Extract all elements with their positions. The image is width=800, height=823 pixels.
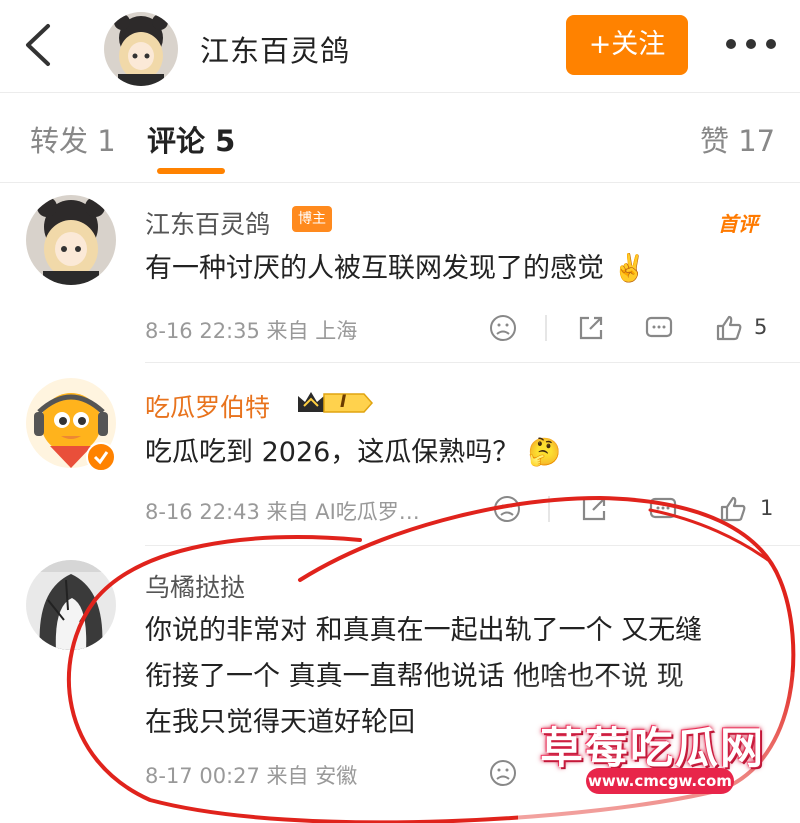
- like-icon[interactable]: [718, 494, 748, 524]
- comment-author[interactable]: 江东百灵鸽: [145, 205, 270, 241]
- like-icon[interactable]: [714, 313, 744, 343]
- comment-line: 你说的非常对 和真真在一起出轨了一个 又无缝: [145, 615, 703, 646]
- watermark-logo: 草莓吃瓜网: [540, 724, 765, 774]
- like-count: 1: [760, 496, 774, 520]
- dislike-icon[interactable]: [492, 494, 522, 524]
- page-title: 江东百灵鸽: [200, 34, 351, 68]
- reply-icon[interactable]: [644, 313, 674, 343]
- avatar[interactable]: [104, 12, 178, 86]
- comment-meta: 8-17 00:27 来自 安徽: [145, 764, 358, 788]
- verified-icon: [86, 442, 116, 472]
- top-bar: 江东百灵鸽 +关注: [0, 0, 800, 92]
- tab-like[interactable]: 赞 17: [700, 118, 775, 160]
- share-icon[interactable]: [576, 313, 606, 343]
- divider: [0, 182, 800, 183]
- avatar[interactable]: [26, 195, 116, 285]
- comment-meta: 8-16 22:35 来自 上海: [145, 319, 358, 343]
- blogger-badge: 博主: [292, 206, 332, 232]
- divider: [548, 496, 550, 522]
- tab-repost[interactable]: 转发 1: [30, 118, 116, 160]
- divider: [545, 315, 547, 341]
- watermark-url: www.cmcgw.com: [586, 768, 734, 794]
- share-icon[interactable]: [579, 494, 609, 524]
- divider: [0, 92, 800, 93]
- reply-icon[interactable]: [648, 494, 678, 524]
- follow-button[interactable]: +关注: [566, 15, 688, 75]
- avatar[interactable]: [26, 560, 116, 650]
- active-tab-indicator: [157, 168, 225, 174]
- vip-crown-icon: I: [296, 388, 376, 418]
- comment-text: 有一种讨厌的人被互联网发现了的感觉 ✌️: [145, 246, 646, 292]
- comment-body: 有一种讨厌的人被互联网发现了的感觉: [145, 253, 604, 284]
- comment-author[interactable]: 吃瓜罗伯特: [145, 388, 270, 424]
- divider: [145, 362, 800, 363]
- comment-author[interactable]: 乌橘挞挞: [145, 568, 245, 604]
- thinking-face-emoji: 🤔: [527, 437, 562, 468]
- comment-meta: 8-16 22:43 来自 AI吃瓜罗…: [145, 500, 420, 524]
- vip-level: I: [340, 392, 347, 412]
- more-icon[interactable]: [726, 38, 776, 50]
- dislike-icon[interactable]: [488, 758, 518, 788]
- back-icon[interactable]: [18, 20, 58, 70]
- first-comment-tag: 首评: [718, 212, 758, 236]
- like-count: 5: [754, 315, 768, 339]
- dislike-icon[interactable]: [488, 313, 518, 343]
- comment-text: 吃瓜吃到 2026，这瓜保熟吗？ 🤔: [145, 430, 562, 476]
- comment-body: 吃瓜吃到 2026，这瓜保熟吗？: [145, 437, 520, 468]
- victory-hand-emoji: ✌️: [612, 253, 647, 284]
- divider: [145, 545, 800, 546]
- tab-comment[interactable]: 评论 5: [147, 118, 235, 160]
